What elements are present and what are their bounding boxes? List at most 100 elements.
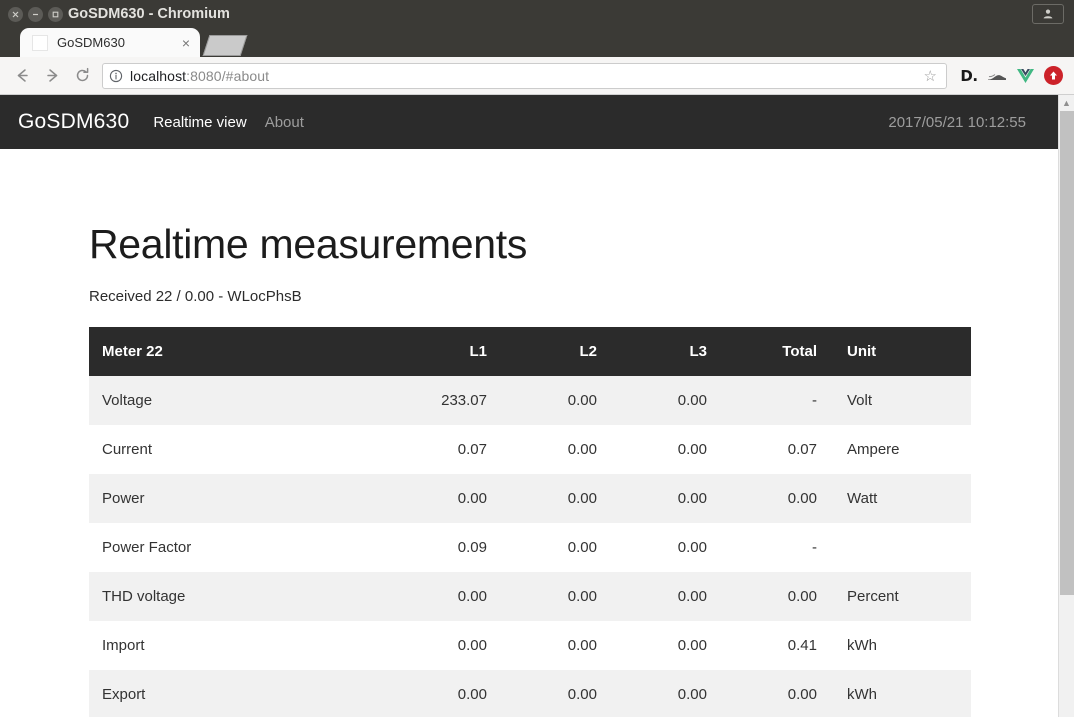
window-titlebar: GoSDM630 - Chromium: [0, 0, 1074, 28]
bookmark-star-icon[interactable]: ☆: [921, 67, 940, 85]
table-header-row: Meter 22 L1 L2 L3 Total Unit: [89, 327, 971, 376]
cell-l2: 0.00: [499, 376, 609, 425]
column-header-unit: Unit: [829, 327, 971, 376]
column-header-l2: L2: [499, 327, 609, 376]
table-row: Import 0.00 0.00 0.00 0.41 kWh: [89, 621, 971, 670]
navbar-clock: 2017/05/21 10:12:55: [888, 113, 1026, 131]
table-row: Power Factor 0.09 0.00 0.00 -: [89, 523, 971, 572]
cell-measurement-name: Power Factor: [89, 523, 389, 572]
cell-total: 0.41: [719, 621, 829, 670]
tab-strip: GoSDM630 ×: [0, 28, 1074, 57]
cell-l3: 0.00: [609, 425, 719, 474]
extension-icon-d[interactable]: D.: [956, 63, 982, 89]
window-controls: [0, 6, 63, 22]
column-header-total: Total: [719, 327, 829, 376]
reload-icon[interactable]: [68, 62, 96, 90]
url-path: :8080/#about: [186, 67, 270, 84]
scrollbar-up-arrow-icon[interactable]: ▲: [1059, 95, 1074, 111]
cell-unit: Watt: [829, 474, 971, 523]
cell-total: 0.07: [719, 425, 829, 474]
forward-icon[interactable]: [38, 62, 66, 90]
cell-total: -: [719, 376, 829, 425]
info-icon[interactable]: [109, 69, 123, 83]
cell-l2: 0.00: [499, 474, 609, 523]
tab-title: GoSDM630: [57, 35, 125, 50]
page-subtitle: Received 22 / 0.00 - WLocPhsB: [89, 288, 302, 305]
cell-l3: 0.00: [609, 474, 719, 523]
table-row: Voltage 233.07 0.00 0.00 - Volt: [89, 376, 971, 425]
cell-l3: 0.00: [609, 670, 719, 717]
cell-measurement-name: Voltage: [89, 376, 389, 425]
page-scrollbar[interactable]: ▲: [1058, 95, 1074, 717]
cell-measurement-name: Current: [89, 425, 389, 474]
table-row: Export 0.00 0.00 0.00 0.00 kWh: [89, 670, 971, 717]
table-body: Voltage 233.07 0.00 0.00 - Volt Current …: [89, 376, 971, 717]
window-title: GoSDM630 - Chromium: [68, 6, 230, 22]
browser-toolbar: localhost:8080/#about ☆ D.: [0, 57, 1074, 95]
cell-l2: 0.00: [499, 572, 609, 621]
close-icon[interactable]: ×: [180, 36, 192, 50]
column-header-l3: L3: [609, 327, 719, 376]
cell-unit: kWh: [829, 621, 971, 670]
nav-link-realtime-view[interactable]: Realtime view: [153, 114, 246, 131]
address-bar-url: localhost:8080/#about: [130, 68, 269, 84]
browser-tab[interactable]: GoSDM630 ×: [20, 28, 200, 57]
cell-total: -: [719, 523, 829, 572]
column-header-l1: L1: [389, 327, 499, 376]
table-row: Current 0.07 0.00 0.00 0.07 Ampere: [89, 425, 971, 474]
cell-l3: 0.00: [609, 621, 719, 670]
cell-l1: 0.00: [389, 572, 499, 621]
app-navbar: GoSDM630 Realtime view About 2017/05/21 …: [0, 95, 1058, 149]
column-header-meter: Meter 22: [89, 327, 389, 376]
address-bar[interactable]: localhost:8080/#about ☆: [102, 62, 947, 89]
window-close-button[interactable]: [8, 6, 23, 22]
measurements-table: Meter 22 L1 L2 L3 Total Unit Voltage 233…: [89, 327, 971, 717]
scrollbar-thumb[interactable]: [1060, 111, 1074, 595]
cell-measurement-name: THD voltage: [89, 572, 389, 621]
cell-l1: 233.07: [389, 376, 499, 425]
cell-measurement-name: Power: [89, 474, 389, 523]
browser-window: GoSDM630 - Chromium GoSDM630 × localhost…: [0, 0, 1074, 717]
cell-l2: 0.00: [499, 670, 609, 717]
cell-total: 0.00: [719, 670, 829, 717]
cell-l3: 0.00: [609, 572, 719, 621]
back-icon[interactable]: [8, 62, 36, 90]
window-maximize-button[interactable]: [48, 6, 63, 22]
web-page: GoSDM630 Realtime view About 2017/05/21 …: [0, 95, 1058, 717]
cell-measurement-name: Import: [89, 621, 389, 670]
user-avatar-button[interactable]: [1032, 4, 1064, 24]
extension-icon-upload[interactable]: [1040, 63, 1066, 89]
cell-unit: Volt: [829, 376, 971, 425]
cell-unit: [829, 523, 971, 572]
new-tab-button[interactable]: [202, 35, 248, 56]
page-title: Realtime measurements: [89, 221, 528, 267]
url-host: localhost: [130, 67, 187, 84]
page-viewport: GoSDM630 Realtime view About 2017/05/21 …: [0, 95, 1074, 717]
cell-unit: kWh: [829, 670, 971, 717]
cell-l1: 0.09: [389, 523, 499, 572]
app-brand[interactable]: GoSDM630: [18, 110, 129, 134]
person-icon: [1043, 9, 1053, 19]
cell-measurement-name: Export: [89, 670, 389, 717]
cell-total: 0.00: [719, 572, 829, 621]
table-row: Power 0.00 0.00 0.00 0.00 Watt: [89, 474, 971, 523]
nav-link-about[interactable]: About: [265, 114, 304, 131]
cell-l1: 0.00: [389, 621, 499, 670]
cell-l1: 0.00: [389, 474, 499, 523]
cell-l3: 0.00: [609, 376, 719, 425]
cell-l2: 0.00: [499, 425, 609, 474]
table-header: Meter 22 L1 L2 L3 Total Unit: [89, 327, 971, 376]
table-row: THD voltage 0.00 0.00 0.00 0.00 Percent: [89, 572, 971, 621]
page-icon: [32, 34, 48, 51]
cell-total: 0.00: [719, 474, 829, 523]
cell-l2: 0.00: [499, 621, 609, 670]
cell-l2: 0.00: [499, 523, 609, 572]
cell-unit: Percent: [829, 572, 971, 621]
page-content: Realtime measurements Received 22 / 0.00…: [0, 221, 1058, 717]
cell-l1: 0.07: [389, 425, 499, 474]
extension-icon-vue[interactable]: [1012, 63, 1038, 89]
extension-icon-shoe[interactable]: [984, 63, 1010, 89]
window-minimize-button[interactable]: [28, 6, 43, 22]
cell-unit: Ampere: [829, 425, 971, 474]
cell-l1: 0.00: [389, 670, 499, 717]
